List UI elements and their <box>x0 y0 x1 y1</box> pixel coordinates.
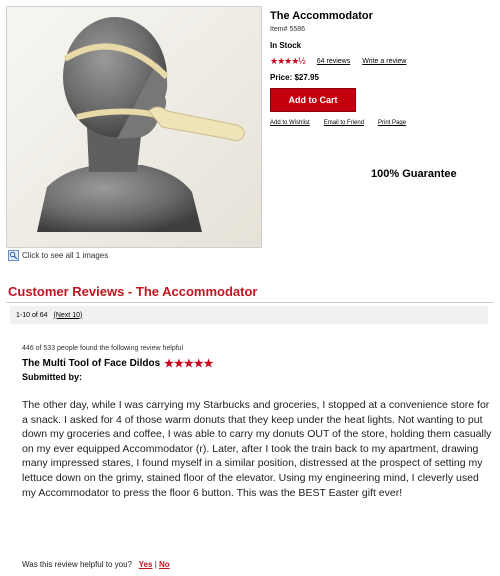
add-to-cart-button[interactable]: Add to Cart <box>270 88 356 112</box>
submitted-by: Submitted by: <box>22 372 82 382</box>
add-to-wishlist-link[interactable]: Add to Wishlist <box>270 120 310 126</box>
helpful-no-link[interactable]: No <box>159 560 170 569</box>
review-stars-icon: ★★★★★ <box>164 358 214 370</box>
email-friend-link[interactable]: Email to Friend <box>324 120 364 126</box>
print-page-link[interactable]: Print Page <box>378 120 406 126</box>
see-all-images-label: Click to see all 1 images <box>22 251 109 260</box>
stock-status: In Stock <box>270 41 302 50</box>
helpful-separator: | <box>154 560 157 569</box>
guarantee-badge: 100% Guarantee <box>371 168 457 180</box>
review-body: The other day, while I was carrying my S… <box>22 399 492 499</box>
price: Price: $27.95 <box>270 73 319 82</box>
product-title: The Accommodator <box>270 10 373 22</box>
item-number: Item# 5586 <box>270 26 306 33</box>
review-title: The Multi Tool of Face Dildos ★★★★★ <box>22 357 213 370</box>
review-pager: 1-10 of 64 (Next 10) <box>10 306 488 324</box>
product-info: The Accommodator Item# 5586 In Stock ★★★… <box>270 10 495 126</box>
magnify-icon <box>8 250 19 261</box>
see-all-images-link[interactable]: Click to see all 1 images <box>8 250 108 261</box>
divider <box>6 302 494 303</box>
rating-stars-icon: ★★★★½ <box>270 56 306 66</box>
helpful-count: 446 of 533 people found the following re… <box>22 345 184 352</box>
helpful-question-label: Was this review helpful to you? <box>22 560 132 569</box>
helpful-yes-link[interactable]: Yes <box>139 560 153 569</box>
next-reviews-link[interactable]: (Next 10) <box>54 312 83 319</box>
review-range: 1-10 of 64 <box>16 311 48 319</box>
review-title-text: The Multi Tool of Face Dildos <box>22 358 161 369</box>
write-review-link[interactable]: Write a review <box>362 58 406 65</box>
product-photo <box>7 7 261 247</box>
rating-row: ★★★★½ 64 reviews Write a review <box>270 56 495 67</box>
reviews-link[interactable]: 64 reviews <box>317 58 350 65</box>
helpful-question: Was this review helpful to you? Yes | No <box>22 560 170 569</box>
utility-links: Add to Wishlist Email to Friend Print Pa… <box>270 120 495 126</box>
reviews-heading: Customer Reviews - The Accommodator <box>8 284 258 299</box>
product-image[interactable] <box>6 6 262 248</box>
